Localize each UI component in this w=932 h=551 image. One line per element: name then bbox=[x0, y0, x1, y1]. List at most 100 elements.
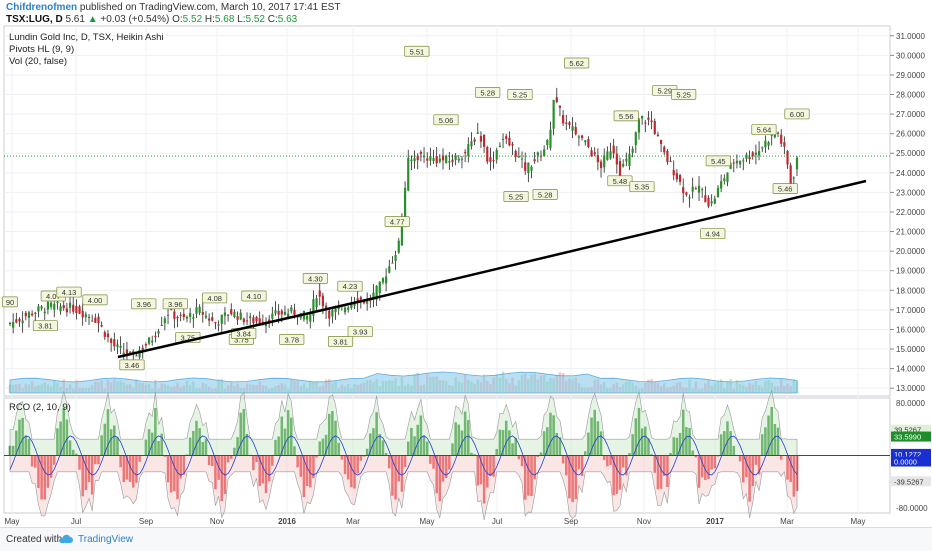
pivot-label-text: 5.25 bbox=[509, 192, 524, 201]
y-tick-label: 22.0000 bbox=[896, 208, 925, 217]
candle-body bbox=[293, 310, 295, 315]
candle-body bbox=[657, 135, 659, 136]
candle-body bbox=[445, 156, 447, 163]
candle-body bbox=[88, 317, 90, 318]
candle-body bbox=[41, 306, 43, 308]
oscillator-axis: 80.0000-80.000039.526733.599010.12720.00… bbox=[891, 399, 931, 513]
pivot-label: 4.77 bbox=[385, 217, 409, 227]
candle-body bbox=[492, 160, 494, 161]
x-tick-label: 2017 bbox=[706, 517, 724, 526]
candle-body bbox=[59, 306, 61, 311]
pivot-label-text: 3.96 bbox=[136, 300, 151, 309]
x-tick-label: Mar bbox=[346, 517, 360, 526]
candle-body bbox=[752, 152, 754, 156]
candle-body bbox=[347, 307, 349, 310]
candle-body bbox=[780, 135, 782, 144]
candle-body bbox=[236, 316, 238, 320]
candle-body bbox=[255, 317, 257, 321]
candle-body bbox=[319, 291, 321, 297]
candle-body bbox=[56, 302, 58, 303]
candle-body bbox=[28, 312, 30, 317]
candle-body bbox=[676, 173, 678, 179]
candle-body bbox=[110, 339, 112, 343]
pivot-label: 5.25 bbox=[508, 89, 532, 99]
candle-body bbox=[707, 198, 709, 207]
pivot-label: 5.25 bbox=[504, 191, 528, 201]
pivot-label: 5.25 bbox=[671, 89, 695, 99]
created-with-text: Created with bbox=[6, 534, 62, 545]
pivot-label: 3.96 bbox=[132, 299, 156, 309]
candle-body bbox=[455, 155, 457, 160]
candle-body bbox=[790, 165, 792, 183]
candle-body bbox=[271, 314, 273, 319]
pivot-label-text: 5.28 bbox=[480, 88, 495, 97]
candle-body bbox=[183, 314, 185, 317]
candle-body bbox=[334, 308, 336, 312]
candle-body bbox=[486, 147, 488, 162]
candle-body bbox=[34, 313, 36, 314]
candle-body bbox=[284, 312, 286, 315]
candle-body bbox=[606, 151, 608, 160]
pivot-label-text: 5.62 bbox=[569, 59, 584, 68]
pivot-label: 5.56 bbox=[614, 111, 638, 121]
candle-body bbox=[9, 323, 11, 324]
candle-body bbox=[565, 122, 567, 123]
candle-body bbox=[761, 147, 763, 148]
candle-body bbox=[290, 307, 292, 311]
pivot-label: 90 bbox=[2, 297, 17, 307]
candle-body bbox=[53, 304, 55, 310]
candle-body bbox=[85, 314, 87, 317]
pivot-label: 3.78 bbox=[280, 334, 304, 344]
candle-body bbox=[508, 138, 510, 146]
candle-body bbox=[704, 195, 706, 202]
x-tick-label: 2016 bbox=[278, 517, 296, 526]
x-tick-label: May bbox=[4, 517, 19, 526]
candle-body bbox=[619, 161, 621, 176]
x-tick-label: Sep bbox=[139, 517, 154, 526]
candle-body bbox=[758, 151, 760, 156]
candle-body bbox=[240, 313, 242, 320]
candle-body bbox=[711, 201, 713, 203]
legend-volume: Vol (20, false) bbox=[9, 56, 164, 68]
tradingview-brand[interactable]: TradingView bbox=[78, 534, 133, 545]
candle-body bbox=[243, 319, 245, 322]
candle-body bbox=[521, 158, 523, 159]
candle-body bbox=[783, 142, 785, 147]
candle-body bbox=[474, 139, 476, 141]
candle-body bbox=[50, 303, 52, 307]
pivot-label-text: 3.93 bbox=[353, 328, 368, 337]
pivot-label-text: 4.23 bbox=[343, 282, 358, 291]
y-tick-label: 17.0000 bbox=[896, 306, 925, 315]
pivot-label: 3.93 bbox=[348, 327, 372, 337]
candle-body bbox=[274, 310, 276, 313]
candle-body bbox=[714, 199, 716, 204]
y-tick-label: 27.0000 bbox=[896, 110, 925, 119]
price-chart[interactable]: 904.074.133.814.003.463.963.963.754.083.… bbox=[0, 0, 932, 527]
x-tick-label: May bbox=[850, 517, 865, 526]
pivot-label: 5.28 bbox=[476, 87, 500, 97]
pivot-label-text: 3.84 bbox=[236, 330, 251, 339]
candle-body bbox=[22, 320, 24, 323]
candle-body bbox=[439, 159, 441, 162]
candle-body bbox=[597, 155, 599, 162]
pivot-label-text: 3.46 bbox=[125, 361, 140, 370]
y-tick-label: 16.0000 bbox=[896, 325, 925, 334]
candle-body bbox=[192, 317, 194, 318]
pivot-label-text: 5.56 bbox=[619, 112, 634, 121]
candle-body bbox=[587, 139, 589, 147]
candle-body bbox=[764, 141, 766, 148]
pivot-label-text: 6.00 bbox=[790, 110, 805, 119]
y-tick-label: 25.0000 bbox=[896, 149, 925, 158]
pivot-label-text: 4.13 bbox=[62, 288, 77, 297]
candle-body bbox=[451, 160, 453, 162]
candle-body bbox=[540, 156, 542, 157]
candle-body bbox=[214, 322, 216, 323]
pivot-label-text: 3.81 bbox=[333, 337, 348, 346]
candle-body bbox=[113, 339, 115, 346]
candle-body bbox=[625, 159, 627, 162]
candle-body bbox=[502, 139, 504, 140]
pivot-label-text: 4.08 bbox=[207, 294, 222, 303]
pivot-label-text: 5.25 bbox=[676, 90, 691, 99]
candle-body bbox=[461, 159, 463, 160]
candle-body bbox=[793, 177, 795, 178]
